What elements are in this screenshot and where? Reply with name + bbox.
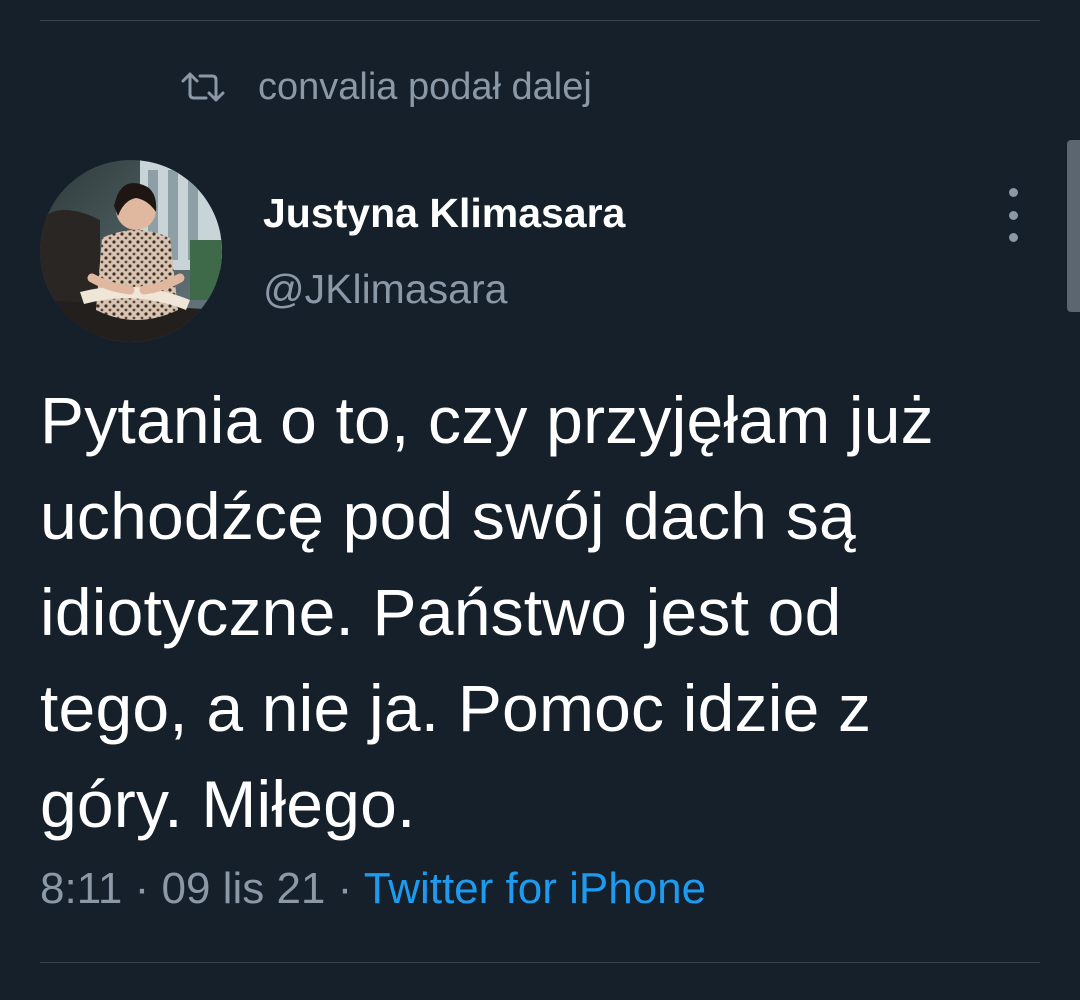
more-options-button[interactable] [994,188,1032,242]
retweet-icon [181,72,225,102]
more-vertical-icon [1008,188,1018,197]
bottom-divider [40,962,1040,963]
tweet-text: Pytania o to, czy przyjęłam już uchodźcę… [40,372,1050,852]
tweet-line: idiotyczne. Państwo jest od [40,575,842,649]
tweet-date[interactable]: 09 lis 21 [162,864,326,913]
avatar[interactable] [40,160,222,342]
top-divider [40,20,1040,21]
avatar-image [40,160,222,342]
more-vertical-icon-dot [1008,233,1018,242]
scrollbar[interactable] [1067,140,1080,312]
tweet-source-link[interactable]: Twitter for iPhone [364,864,706,913]
tweet-line: uchodźcę pod swój dach są [40,479,856,553]
tweet-line: góry. Miłego. [40,767,416,841]
tweet-line: tego, a nie ja. Pomoc idzie z [40,671,872,745]
tweet-meta: 8:11 · 09 lis 21 · Twitter for iPhone [40,864,706,914]
tweet-line: Pytania o to, czy przyjęłam już [40,383,934,457]
retweet-context[interactable]: convalia podał dalej [180,62,592,112]
author-handle[interactable]: @JKlimasara [263,266,507,313]
more-vertical-icon-dot [1008,210,1018,220]
meta-separator: · [337,864,353,913]
author-name[interactable]: Justyna Klimasara [263,190,625,237]
tweet-time[interactable]: 8:11 [40,864,122,913]
meta-separator: · [134,864,150,913]
retweet-label: convalia podał dalej [258,65,592,108]
